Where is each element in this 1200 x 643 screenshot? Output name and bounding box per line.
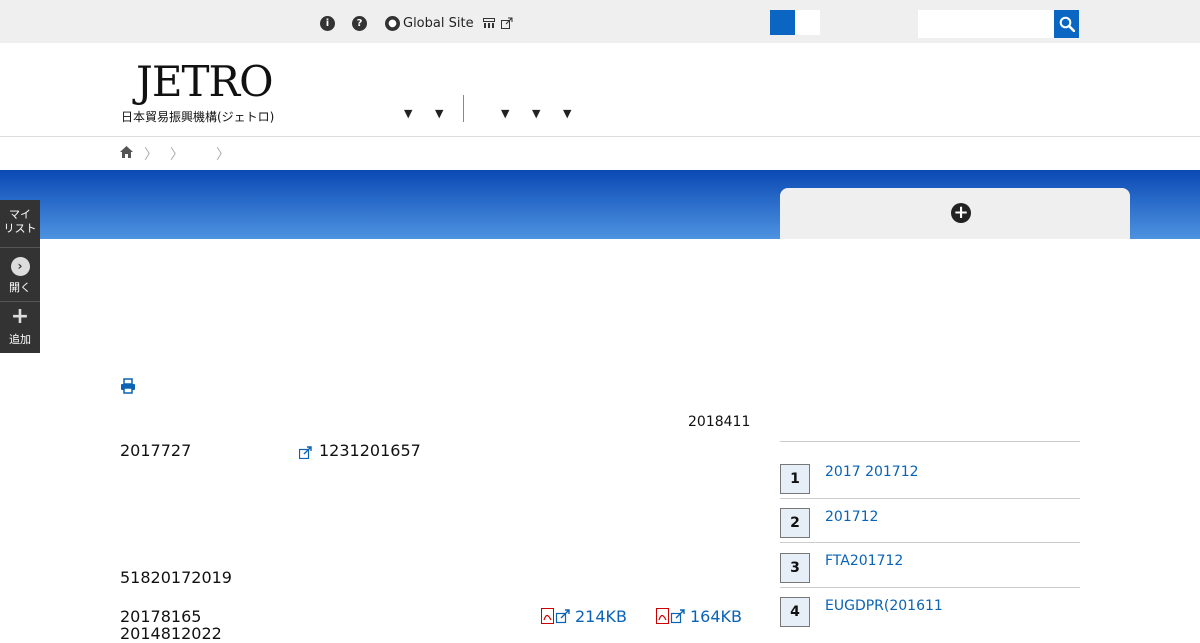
utility-bar: i ? ● Global Site bbox=[0, 0, 1200, 43]
article-date: 2018411 bbox=[688, 414, 751, 430]
info-icon: i bbox=[320, 15, 335, 31]
mylist-add-button[interactable]: + 追加 bbox=[0, 306, 40, 347]
mylist-open-button[interactable]: › 開く bbox=[0, 257, 40, 295]
home-icon[interactable] bbox=[120, 146, 133, 158]
mylist-open-label: 開く bbox=[9, 281, 31, 294]
site-header: JETRO 日本貿易振興機構(ジェトロ) ▼ ▼ ▼ ▼ ▼ bbox=[0, 43, 1200, 137]
nav-dropdown-2-caret[interactable]: ▼ bbox=[435, 107, 443, 120]
divider bbox=[0, 247, 40, 248]
logo-subtitle: 日本貿易振興機構(ジェトロ) bbox=[121, 110, 275, 124]
ranking-link[interactable]: EUGDPR(201611 bbox=[825, 598, 943, 614]
plus-circle-icon[interactable]: + bbox=[951, 203, 971, 223]
search-icon bbox=[1059, 16, 1075, 32]
search-button[interactable] bbox=[1054, 10, 1079, 38]
jetro-logo[interactable]: JETRO bbox=[136, 57, 274, 106]
article-text: 2014812022 bbox=[120, 624, 222, 643]
language-option[interactable] bbox=[795, 10, 820, 35]
mylist-add-label: 追加 bbox=[9, 333, 31, 346]
pdf-size: 164KB bbox=[690, 607, 743, 626]
chevron-right-icon: 〉 bbox=[170, 147, 184, 163]
question-icon: ? bbox=[352, 15, 367, 31]
ranking-divider bbox=[780, 542, 1080, 543]
pdf-size: 214KB bbox=[575, 607, 628, 626]
article-text: 51820172019 bbox=[120, 568, 232, 587]
help-link[interactable]: ? bbox=[352, 14, 367, 32]
ranking-divider bbox=[780, 498, 1080, 499]
ranking-link[interactable]: 201712 bbox=[825, 509, 878, 525]
pdf-icon bbox=[656, 608, 685, 624]
nav-dropdown-3-caret[interactable]: ▼ bbox=[501, 107, 509, 120]
article-text: 2017727 bbox=[120, 441, 192, 460]
ranking-divider bbox=[780, 441, 1080, 442]
mylist-widget: マイ リスト › 開く + 追加 bbox=[0, 200, 40, 353]
rank-number: 1 bbox=[780, 464, 810, 494]
pdf-attachment-link[interactable]: 214KB bbox=[541, 607, 627, 626]
chevron-right-icon: 〉 bbox=[216, 147, 230, 163]
mylist-title: マイ リスト bbox=[3, 208, 37, 235]
global-site-label: Global Site bbox=[403, 15, 474, 31]
breadcrumb: 〉 〉 〉 bbox=[0, 137, 1200, 170]
ranking-link[interactable]: FTA201712 bbox=[825, 553, 903, 569]
chevron-right-icon: 〉 bbox=[144, 147, 158, 163]
language-option-active[interactable] bbox=[770, 10, 795, 35]
chevron-right-icon: › bbox=[10, 257, 30, 276]
external-link-icon bbox=[501, 17, 513, 29]
divider bbox=[0, 301, 40, 302]
search-input[interactable] bbox=[918, 10, 1054, 38]
ranking-divider bbox=[780, 587, 1080, 588]
external-link-icon bbox=[299, 446, 312, 459]
nav-dropdown-4-caret[interactable]: ▼ bbox=[532, 107, 540, 120]
info-link[interactable]: i bbox=[320, 14, 335, 32]
rank-number: 2 bbox=[780, 508, 810, 538]
print-icon[interactable] bbox=[120, 378, 136, 394]
pdf-icon bbox=[541, 608, 570, 624]
article-text: 1231201657 bbox=[319, 441, 421, 460]
globe-icon: ● bbox=[385, 15, 400, 31]
site-map-link[interactable] bbox=[483, 14, 513, 32]
sitemap-icon bbox=[483, 17, 495, 28]
global-site-link[interactable]: ● Global Site bbox=[385, 14, 474, 32]
ranking-link[interactable]: 2017 201712 bbox=[825, 464, 919, 480]
plus-icon: + bbox=[10, 304, 30, 329]
pdf-attachment-link[interactable]: 164KB bbox=[656, 607, 742, 626]
nav-dropdown-1-caret[interactable]: ▼ bbox=[404, 107, 412, 120]
rank-number: 4 bbox=[780, 597, 810, 627]
nav-divider bbox=[463, 95, 464, 122]
rank-number: 3 bbox=[780, 553, 810, 583]
nav-dropdown-5-caret[interactable]: ▼ bbox=[563, 107, 571, 120]
